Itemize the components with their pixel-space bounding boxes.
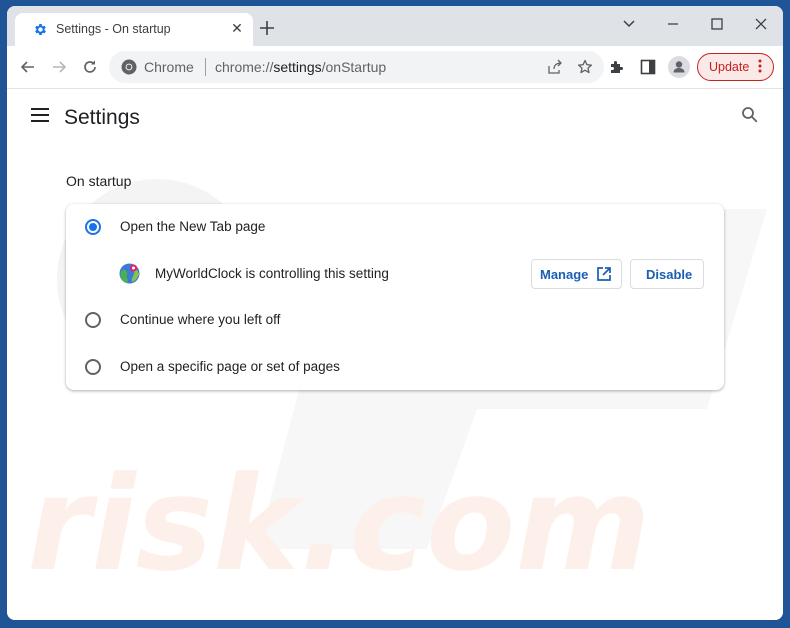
- option-label: Open the New Tab page: [120, 219, 266, 234]
- omnibox-separator: [205, 58, 206, 76]
- search-icon[interactable]: [741, 106, 759, 124]
- profile-avatar[interactable]: [668, 56, 690, 78]
- svg-text:risk.com: risk.com: [27, 448, 651, 600]
- url-host: settings: [273, 59, 322, 75]
- more-vertical-icon: [758, 59, 762, 73]
- option-open-new-tab[interactable]: Open the New Tab page: [66, 207, 724, 247]
- toolbar: Chrome chrome://settings/onStartup Updat…: [7, 46, 783, 89]
- extensions-puzzle-icon[interactable]: [607, 57, 627, 77]
- option-label: Open a specific page or set of pages: [120, 359, 340, 374]
- disable-label: Disable: [646, 267, 693, 282]
- share-icon[interactable]: [547, 59, 563, 75]
- url-path: /onStartup: [321, 59, 387, 75]
- option-continue-where-left-off[interactable]: Continue where you left off: [66, 300, 724, 340]
- chrome-logo-icon: [121, 59, 137, 75]
- reload-icon[interactable]: [80, 57, 100, 77]
- back-arrow-icon[interactable]: [18, 57, 38, 77]
- page-title: Settings: [64, 106, 140, 129]
- update-button[interactable]: Update: [697, 53, 774, 81]
- close-window-icon[interactable]: [751, 14, 771, 34]
- new-tab-button[interactable]: [258, 20, 276, 38]
- option-label: Continue where you left off: [120, 312, 281, 327]
- site-chip: Chrome: [144, 59, 194, 75]
- section-title: On startup: [66, 173, 132, 189]
- url-prefix: chrome://: [215, 59, 274, 75]
- browser-window: Settings - On startup ✕ Chrome chrome://…: [7, 6, 783, 620]
- tab-title: Settings - On startup: [56, 22, 171, 36]
- maximize-icon[interactable]: [707, 14, 727, 34]
- startup-options-card: Open the New Tab page MyWorldClock is co…: [66, 204, 724, 390]
- radio-button-unchecked[interactable]: [85, 312, 101, 328]
- address-bar[interactable]: Chrome chrome://settings/onStartup: [109, 51, 604, 83]
- forward-arrow-icon[interactable]: [49, 57, 69, 77]
- tab-search-chevron-icon[interactable]: [619, 14, 639, 34]
- settings-gear-icon: [35, 24, 46, 35]
- tab-settings[interactable]: Settings - On startup ✕: [15, 13, 253, 46]
- radio-button-checked[interactable]: [85, 219, 101, 235]
- side-panel-icon[interactable]: [638, 57, 658, 77]
- plus-icon: [260, 21, 274, 35]
- bookmark-star-icon[interactable]: [577, 59, 593, 75]
- myworldclock-extension-icon: [119, 263, 140, 284]
- url-text[interactable]: chrome://settings/onStartup: [215, 59, 386, 75]
- manage-extension-button[interactable]: Manage: [531, 259, 622, 289]
- update-label: Update: [709, 60, 750, 74]
- disable-extension-button[interactable]: Disable: [630, 259, 704, 289]
- extension-control-notice: MyWorldClock is controlling this setting…: [66, 250, 724, 296]
- manage-label: Manage: [540, 267, 589, 282]
- close-tab-icon[interactable]: ✕: [229, 20, 245, 36]
- radio-button-unchecked[interactable]: [85, 359, 101, 375]
- title-bar: Settings - On startup ✕: [7, 6, 783, 46]
- settings-page: risk.com Settings On startup Open the Ne…: [7, 89, 783, 620]
- open-in-new-icon: [597, 267, 611, 281]
- option-open-specific-pages[interactable]: Open a specific page or set of pages: [66, 347, 724, 387]
- hamburger-menu-icon[interactable]: [31, 108, 49, 122]
- minimize-icon[interactable]: [663, 14, 683, 34]
- person-icon: [673, 61, 685, 73]
- extension-control-text: MyWorldClock is controlling this setting: [155, 266, 389, 281]
